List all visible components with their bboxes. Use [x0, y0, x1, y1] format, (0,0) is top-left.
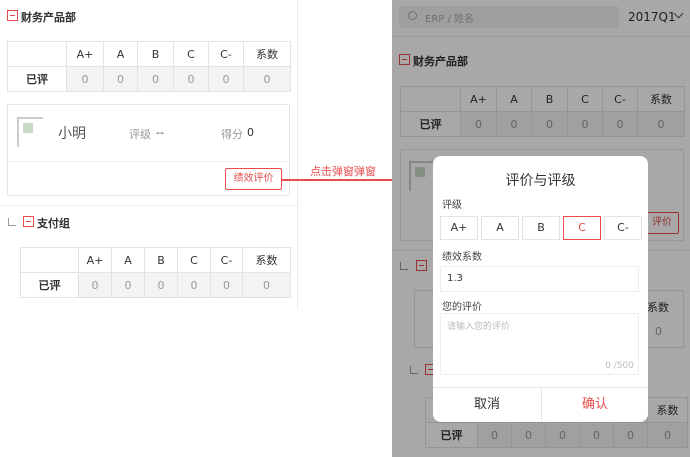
- grade-header: B: [137, 41, 174, 67]
- grade-option-c-minus[interactable]: C-: [604, 216, 642, 240]
- row-label: 已评: [20, 272, 79, 298]
- table-row: 已评 0 0 0 0 0 0: [7, 66, 291, 92]
- grade-header: A: [103, 41, 138, 67]
- grade-header: A+: [78, 247, 112, 273]
- performance-eval-button[interactable]: 绩效评价: [225, 168, 282, 190]
- grade-header: C-: [210, 247, 243, 273]
- table-row: 已评 0 0 0 0 0 0: [20, 272, 291, 298]
- grade-header-row: A+ A B C C- 系数: [7, 41, 291, 67]
- left-screen: 财务产品部 A+ A B C C- 系数 已评 0 0 0 0 0 0 小明 评…: [0, 0, 298, 310]
- grade-count: 0: [137, 66, 174, 92]
- annotation-label: 点击弹窗弹窗: [310, 165, 376, 178]
- rating-value: --: [156, 126, 164, 139]
- score-value: 0: [247, 126, 254, 139]
- section-divider: [0, 205, 298, 206]
- confirm-button[interactable]: 确认: [542, 388, 648, 422]
- grade-header: 系数: [242, 247, 291, 273]
- grade-count: 0: [243, 66, 291, 92]
- grade-label: 评级: [442, 200, 462, 211]
- grade-header: B: [144, 247, 178, 273]
- grade-count: 0: [111, 272, 145, 298]
- tree-branch-icon: [8, 218, 16, 226]
- comment-label: 您的评价: [442, 302, 482, 313]
- card-divider: [8, 161, 289, 162]
- grade-option-c[interactable]: C: [563, 216, 601, 240]
- collapse-group-icon[interactable]: [23, 216, 34, 227]
- grade-header: C: [173, 41, 209, 67]
- coef-field[interactable]: 1.3: [440, 266, 639, 292]
- grade-count: 0: [210, 272, 243, 298]
- grade-header: 系数: [243, 41, 291, 67]
- comment-textarea[interactable]: 请输入您的评价 0 /500: [440, 313, 639, 375]
- grade-count: 0: [242, 272, 291, 298]
- avatar: [17, 117, 43, 147]
- grade-option-b[interactable]: B: [522, 216, 560, 240]
- grade-count: 0: [173, 66, 209, 92]
- grade-option-a-plus[interactable]: A+: [440, 216, 478, 240]
- grade-header: C-: [208, 41, 244, 67]
- score-label: 得分: [221, 128, 243, 141]
- group-title: 支付组: [37, 217, 70, 230]
- grade-option-a[interactable]: A: [481, 216, 519, 240]
- grade-header: A: [111, 247, 145, 273]
- grade-count: 0: [78, 272, 112, 298]
- grade-count: 0: [208, 66, 244, 92]
- row-label: 已评: [7, 66, 67, 92]
- comment-placeholder: 请输入您的评价: [447, 322, 511, 332]
- grade-header: C: [177, 247, 211, 273]
- employee-card: 小明 评级 -- 得分 0 绩效评价: [7, 104, 290, 196]
- coef-label: 绩效系数: [442, 252, 482, 263]
- rating-label: 评级: [129, 128, 151, 141]
- grade-count: 0: [103, 66, 138, 92]
- collapse-dept-icon[interactable]: [7, 10, 18, 21]
- modal-title: 评价与评级: [505, 173, 576, 189]
- char-count: 0 /500: [605, 361, 634, 371]
- grade-count: 0: [177, 272, 211, 298]
- dept-title: 财务产品部: [21, 11, 76, 24]
- cancel-button[interactable]: 取消: [433, 388, 541, 422]
- employee-name: 小明: [58, 126, 86, 142]
- grade-header: A+: [66, 41, 104, 67]
- group-summary-table: A+ A B C C- 系数 已评 0 0 0 0 0 0: [20, 247, 291, 298]
- grade-count: 0: [66, 66, 104, 92]
- coef-value: 1.3: [447, 273, 463, 284]
- grade-count: 0: [144, 272, 178, 298]
- grade-header-row: A+ A B C C- 系数: [20, 247, 291, 273]
- dept-summary-table: A+ A B C C- 系数 已评 0 0 0 0 0 0: [7, 41, 291, 92]
